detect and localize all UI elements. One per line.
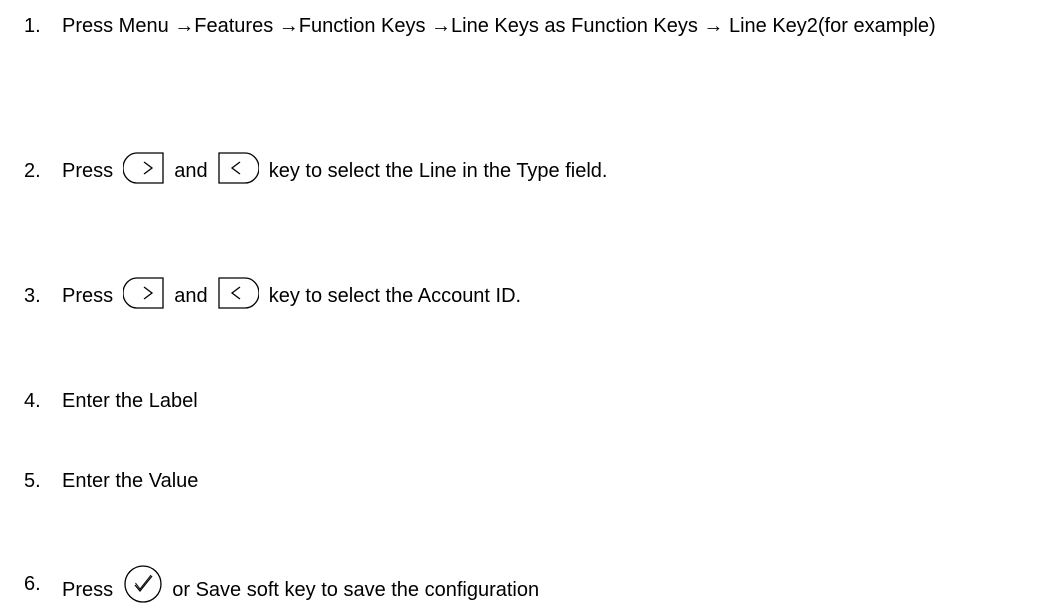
step-text-press: Press [62,285,114,307]
step-text: key to select the Account ID. [268,285,522,307]
step-3: 3. Press and key to select the Account I… [24,276,1046,316]
step-number: 4. [24,390,41,412]
step-text-press: Press [62,160,114,182]
step-number: 3. [24,285,41,307]
step-text: Press Menu →Features →Function Keys →Lin… [62,15,936,37]
step-number: 1. [24,15,41,37]
right-arrow-key-icon [122,276,165,310]
step-number: 2. [24,160,41,182]
step-4: 4. Enter the Label [24,381,1046,421]
step-5: 5. Enter the Value [24,461,1046,501]
step-2: 2. Press and key to select the Line in t… [24,151,1046,191]
step-text-press: Press [62,579,114,601]
step-1: 1. Press Menu →Features →Function Keys →… [24,6,1046,46]
step-text-and: and [174,285,208,307]
left-arrow-key-icon [217,276,260,310]
step-number: 6. [24,573,41,595]
step-text: or Save soft key to save the configurati… [172,579,540,601]
step-number: 5. [24,470,41,492]
step-text: Enter the Label [62,390,198,412]
right-arrow-key-icon [122,151,165,185]
left-arrow-key-icon [217,151,260,185]
step-text: key to select the Line in the Type field… [268,160,608,182]
step-6: 6. Press or Save soft key to save the co… [24,564,1046,610]
ok-checkmark-key-icon [123,564,163,604]
step-text-and: and [174,160,208,182]
instruction-list: 1. Press Menu →Features →Function Keys →… [0,0,1054,616]
step-text: Enter the Value [62,470,199,492]
